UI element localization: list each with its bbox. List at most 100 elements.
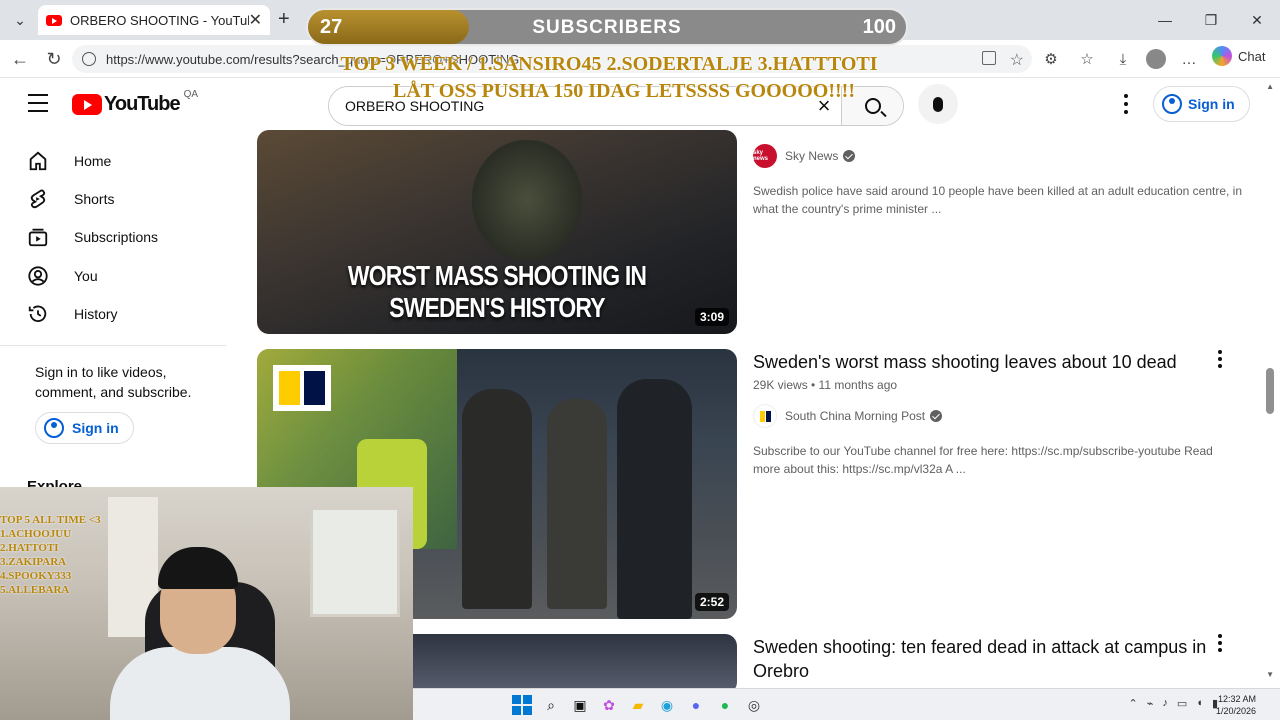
file-explorer-icon[interactable]: ▰ xyxy=(627,694,649,716)
scroll-up-arrow-icon[interactable]: ▲ xyxy=(1266,82,1274,91)
sign-in-label: Sign in xyxy=(72,420,119,436)
sign-in-label: Sign in xyxy=(1188,96,1235,112)
network-icon[interactable]: ⌁ xyxy=(1147,697,1154,710)
tray-overflow-icon[interactable]: ⌃ xyxy=(1129,697,1138,710)
copilot-chat-button[interactable]: Chat xyxy=(1212,46,1265,66)
duration-badge: 3:09 xyxy=(694,308,729,326)
video-info: sky news Sky News Swedish police have sa… xyxy=(753,144,1243,218)
discord-icon[interactable]: ● xyxy=(685,694,707,716)
edge-icon[interactable]: ◉ xyxy=(656,694,678,716)
menu-icon[interactable] xyxy=(28,94,48,112)
display-icon[interactable]: ▭ xyxy=(1177,697,1187,710)
channel-avatar xyxy=(753,404,777,428)
new-tab-icon[interactable]: + xyxy=(278,8,290,31)
thumbnail-detail xyxy=(547,399,607,609)
channel-link[interactable]: South China Morning Post xyxy=(753,404,1243,428)
video-thumbnail[interactable]: WORST MASS SHOOTING IN SWEDEN'S HISTORY … xyxy=(257,130,737,334)
taskbar-clock[interactable]: 12:32 AM 1/20/2026 xyxy=(1216,693,1256,717)
sidebar-item-subscriptions[interactable]: Subscriptions xyxy=(12,218,228,256)
sidebar-sign-in-button[interactable]: Sign in xyxy=(35,412,134,444)
profile-avatar-icon[interactable] xyxy=(1146,49,1166,69)
obs-icon[interactable]: ◎ xyxy=(743,694,765,716)
thumbnail-detail xyxy=(617,379,692,619)
tab-title: ORBERO SHOOTING - YouTube xyxy=(70,12,249,28)
taskbar-search-icon[interactable]: ⌕ xyxy=(540,694,562,716)
clock-date: 1/20/2026 xyxy=(1215,706,1256,716)
country-code: QA xyxy=(183,89,199,100)
sidebar-item-label: Shorts xyxy=(74,191,115,207)
refresh-icon[interactable]: ↻ xyxy=(42,47,66,71)
history-icon xyxy=(26,302,50,326)
spotify-icon[interactable]: ● xyxy=(714,694,736,716)
voice-search-button[interactable] xyxy=(918,84,958,124)
thumbnail-detail xyxy=(462,389,532,609)
action-menu-icon[interactable] xyxy=(1212,350,1228,368)
channel-avatar: sky news xyxy=(753,144,777,168)
extensions-icon[interactable]: ⚙ xyxy=(1038,46,1064,72)
thumbnail-caption: WORST MASS SHOOTING IN SWEDEN'S HISTORY xyxy=(347,260,647,323)
action-menu-icon[interactable] xyxy=(1212,634,1228,652)
verified-badge-icon xyxy=(930,410,943,422)
downloads-icon[interactable]: ⤓ xyxy=(1110,46,1136,72)
sidebar-item-history[interactable]: History xyxy=(12,295,228,333)
tab-close-icon[interactable]: ✕ xyxy=(249,10,262,30)
youtube-play-logo-icon xyxy=(72,94,102,115)
video-title[interactable]: Sweden shooting: ten feared dead in atta… xyxy=(753,635,1243,683)
overlay-ticker-line-2: LÅT OSS PUSHA 150 IDAG LETSSSS GOOOOO!!!… xyxy=(393,80,855,102)
youtube-favicon-icon xyxy=(46,14,62,26)
system-tray: ⌃ ⌁ ♪ ▭ ◖ ▮ xyxy=(1129,697,1218,710)
maximize-icon[interactable]: ❐ xyxy=(1188,0,1234,40)
site-info-icon[interactable] xyxy=(82,52,96,66)
mic-tray-icon[interactable]: ♪ xyxy=(1162,697,1168,710)
favorites-icon[interactable]: ☆ xyxy=(1074,46,1100,72)
volume-icon[interactable]: ◖ xyxy=(1196,697,1203,710)
sidebar-item-label: You xyxy=(74,268,98,284)
thumbnail-image xyxy=(472,140,582,260)
page-scrollbar-thumb[interactable] xyxy=(1266,368,1274,414)
scmp-logo xyxy=(273,365,331,411)
youtube-logo[interactable]: YouTube QA xyxy=(72,89,198,116)
browser-tab[interactable]: ORBERO SHOOTING - YouTube ✕ xyxy=(38,5,270,35)
more-options-icon[interactable]: … xyxy=(1176,46,1202,72)
search-icon xyxy=(864,98,881,114)
sidebar-item-you[interactable]: You xyxy=(12,257,228,295)
webcam-window xyxy=(310,507,400,617)
logo-wordmark: YouTube xyxy=(104,93,181,115)
subscriptions-icon xyxy=(26,225,50,249)
account-icon xyxy=(1162,94,1182,114)
start-button-icon[interactable] xyxy=(511,694,533,716)
copilot-icon xyxy=(1212,46,1232,66)
channel-name: South China Morning Post xyxy=(785,409,926,423)
minimize-icon[interactable]: — xyxy=(1142,0,1188,40)
favorite-star-icon[interactable]: ☆ xyxy=(1010,50,1024,70)
sidebar-item-label: History xyxy=(74,306,118,322)
subscriber-label: SUBSCRIBERS xyxy=(532,17,682,38)
sidebar-item-label: Home xyxy=(74,153,112,169)
task-view-icon[interactable]: ▣ xyxy=(569,694,591,716)
subscriber-goal-bar: 27 SUBSCRIBERS 100 xyxy=(306,8,908,46)
subscriber-goal: 100 xyxy=(862,16,896,38)
scroll-down-arrow-icon[interactable]: ▼ xyxy=(1266,670,1274,679)
webcam-streamer-beanie xyxy=(158,547,238,589)
video-title[interactable]: Sweden's worst mass shooting leaves abou… xyxy=(753,350,1243,374)
top5-list: TOP 5 ALL TIME <3 1.ACHOOJUU 2.HATTOTI 3… xyxy=(0,513,101,597)
video-info: Sweden shooting: ten feared dead in atta… xyxy=(753,635,1243,683)
sidebar-item-shorts[interactable]: Shorts xyxy=(12,180,228,218)
header-sign-in-button[interactable]: Sign in xyxy=(1153,86,1250,122)
home-icon xyxy=(26,149,50,173)
tab-actions-chevron-icon[interactable]: ⌄ xyxy=(8,8,32,32)
app-available-icon[interactable] xyxy=(982,51,996,65)
top5-entry: 3.ZAKIPARA xyxy=(0,556,67,568)
window-close-icon[interactable]: ✕ xyxy=(1234,0,1280,40)
channel-link[interactable]: sky news Sky News xyxy=(753,144,1243,168)
sign-in-prompt: Sign in to like videos, comment, and sub… xyxy=(35,364,192,400)
copilot-taskbar-icon[interactable]: ✿ xyxy=(598,694,620,716)
webcam-overlay: TOP 5 ALL TIME <3 1.ACHOOJUU 2.HATTOTI 3… xyxy=(0,487,413,720)
settings-kebab-icon[interactable] xyxy=(1116,94,1136,114)
back-arrow-icon[interactable]: ← xyxy=(8,47,32,71)
shorts-icon xyxy=(26,187,50,211)
top5-entry: 1.ACHOOJUU xyxy=(0,528,72,540)
video-description: Swedish police have said around 10 peopl… xyxy=(753,184,1243,216)
chat-label: Chat xyxy=(1238,48,1266,64)
sidebar-item-home[interactable]: Home xyxy=(12,142,228,180)
